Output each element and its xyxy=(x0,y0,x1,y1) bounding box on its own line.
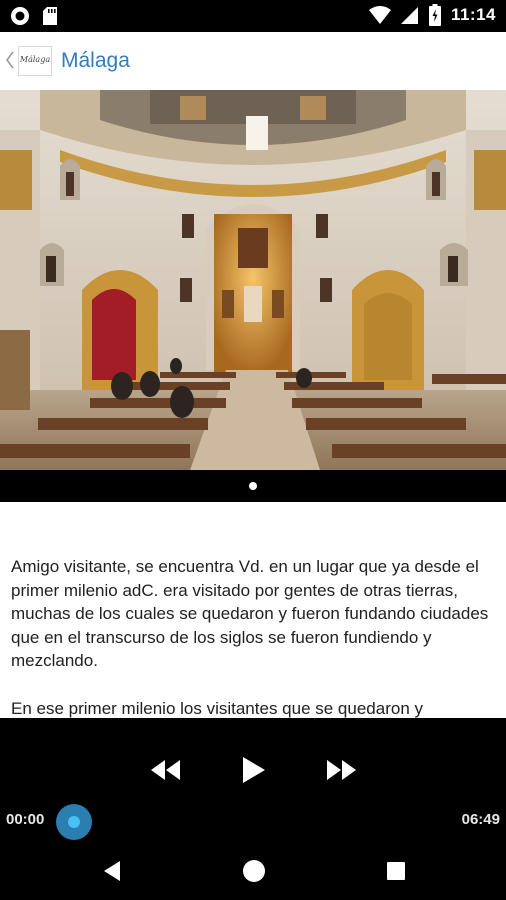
page-indicator-dot[interactable] xyxy=(249,482,257,490)
paragraph: En ese primer milenio los visitantes que… xyxy=(11,698,423,718)
record-icon xyxy=(11,7,29,25)
status-bar: 11:14 xyxy=(0,0,506,32)
seek-slider-thumb[interactable] xyxy=(56,804,92,840)
duration: 06:49 xyxy=(461,811,500,828)
current-time: 00:00 xyxy=(6,811,45,828)
cell-signal-icon xyxy=(400,7,418,24)
description-text: Amigo visitante, se encuentra Vd. en un … xyxy=(0,502,506,718)
navigation-bar xyxy=(0,843,506,900)
app-bar: Málaga Málaga xyxy=(0,32,506,90)
seek-slider-knob xyxy=(68,816,80,828)
back-chevron-icon[interactable] xyxy=(4,49,16,71)
paragraph: Amigo visitante, se encuentra Vd. en un … xyxy=(11,557,489,670)
gallery-pager xyxy=(0,470,506,502)
page-title: Málaga xyxy=(61,49,130,72)
status-right-icons: 11:14 xyxy=(368,4,496,26)
back-icon[interactable] xyxy=(102,859,122,883)
play-icon[interactable] xyxy=(242,756,266,784)
wifi-icon xyxy=(368,6,391,24)
church-interior-photo[interactable] xyxy=(0,90,506,470)
battery-icon xyxy=(428,4,441,26)
home-icon[interactable] xyxy=(242,859,266,883)
rewind-icon[interactable] xyxy=(150,759,182,781)
fast-forward-icon[interactable] xyxy=(326,759,358,781)
app-logo[interactable]: Málaga xyxy=(18,46,52,76)
status-time: 11:14 xyxy=(450,5,496,24)
audio-player: 00:00 06:49 xyxy=(0,718,506,843)
recents-icon[interactable] xyxy=(386,861,406,881)
status-left-icons xyxy=(10,6,58,26)
sd-card-icon xyxy=(43,7,57,25)
